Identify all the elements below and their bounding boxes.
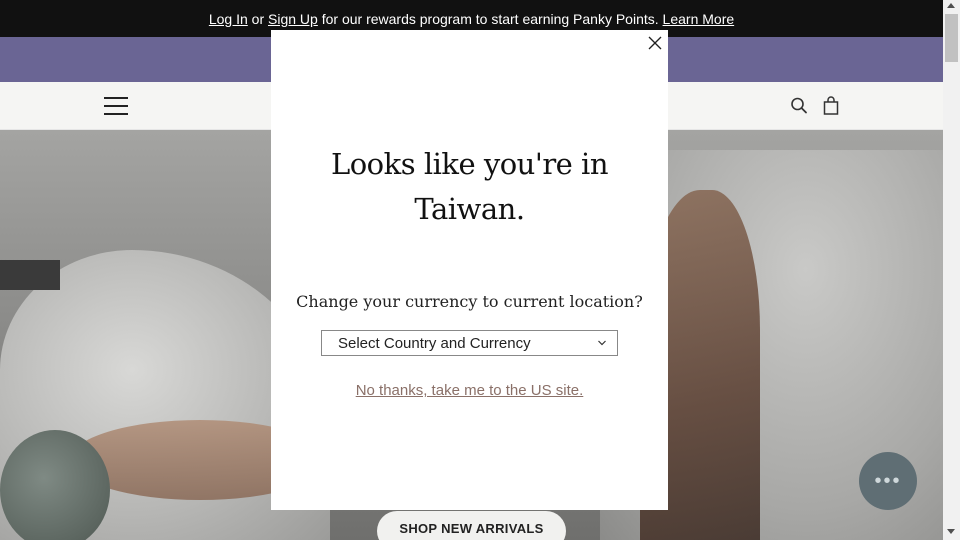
login-link[interactable]: Log In xyxy=(209,11,248,27)
signup-link[interactable]: Sign Up xyxy=(268,11,318,27)
modal-title: Looks like you're in Taiwan. xyxy=(271,142,668,232)
search-icon[interactable] xyxy=(790,96,808,116)
modal-title-line1: Looks like you're in xyxy=(330,147,609,181)
hamburger-menu-icon[interactable] xyxy=(104,96,128,116)
scroll-up-arrow-icon[interactable] xyxy=(947,3,955,8)
announcement-or-text: or xyxy=(247,10,269,27)
no-thanks-us-site-link[interactable]: No thanks, take me to the US site. xyxy=(271,382,668,399)
modal-subtitle: Change your currency to current location… xyxy=(296,292,643,311)
modal-title-line2: Taiwan. xyxy=(414,192,525,226)
scroll-down-arrow-icon[interactable] xyxy=(947,529,955,534)
page-scrollbar[interactable] xyxy=(943,0,960,540)
learn-more-link[interactable]: Learn More xyxy=(663,11,735,27)
scroll-thumb[interactable] xyxy=(945,14,958,62)
shopping-bag-icon[interactable] xyxy=(822,96,840,116)
country-currency-select[interactable]: Select Country and Currency xyxy=(321,330,618,356)
country-currency-select-value: Select Country and Currency xyxy=(338,335,531,352)
announcement-message: for our rewards program to start earning… xyxy=(317,10,663,27)
shop-new-arrivals-button[interactable]: SHOP NEW ARRIVALS xyxy=(377,511,566,540)
chat-bubble-icon[interactable]: ••• xyxy=(859,452,917,510)
chevron-down-icon xyxy=(598,340,606,346)
location-modal: Looks like you're in Taiwan. Change your… xyxy=(271,30,668,510)
close-icon[interactable] xyxy=(647,35,663,51)
